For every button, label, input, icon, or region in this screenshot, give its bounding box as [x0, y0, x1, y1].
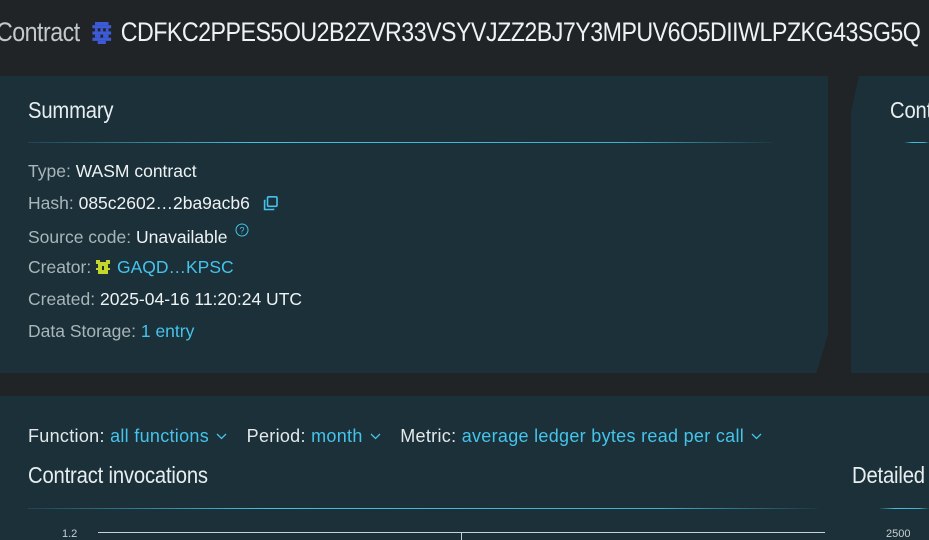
hash-label: Hash:: [28, 193, 74, 213]
chevron-down-icon[interactable]: [751, 433, 762, 440]
type-value: WASM contract: [75, 161, 197, 181]
function-filter[interactable]: Function: all functions: [28, 424, 227, 448]
svg-text:?: ?: [240, 226, 245, 236]
metric-filter-value[interactable]: average ledger bytes read per call: [462, 426, 744, 446]
side-panel-underline: [905, 142, 929, 143]
creator-row: Creator: GAQD…KPSC: [28, 255, 234, 279]
filter-bar: Function: all functions Period: month Me…: [28, 424, 776, 448]
y-tick-label: 1.2: [62, 528, 78, 540]
function-filter-label: Function:: [28, 426, 105, 446]
metric-filter[interactable]: Metric: average ledger bytes read per ca…: [400, 424, 762, 448]
period-filter-label: Period:: [246, 426, 306, 446]
hash-value: 085c2602…2ba9acb6: [78, 193, 250, 213]
creator-link[interactable]: GAQD…KPSC: [117, 257, 234, 277]
type-row: Type: WASM contract: [28, 159, 197, 183]
side-panel-title: Cont: [890, 97, 929, 123]
data-storage-link[interactable]: 1 entry: [141, 321, 195, 341]
data-storage-label: Data Storage:: [28, 321, 136, 341]
chevron-down-icon[interactable]: [216, 433, 227, 440]
hash-row: Hash: 085c2602…2ba9acb6: [28, 191, 278, 215]
invocations-title: Contract invocations: [28, 462, 208, 488]
page-title: Contract CDFKC2PPES5OU2B2ZVR33VSYVJZZ2BJ…: [0, 14, 921, 50]
contract-id: CDFKC2PPES5OU2B2ZVR33VSYVJZZ2BJ7Y3MPUV6O…: [120, 17, 921, 47]
created-label: Created:: [28, 289, 96, 309]
metric-filter-label: Metric:: [400, 426, 457, 446]
detailed-underline: [880, 508, 929, 509]
contract-identicon-icon: [92, 22, 112, 44]
period-filter-value[interactable]: month: [311, 426, 363, 446]
created-value: 2025-04-16 11:20:24 UTC: [100, 289, 303, 309]
summary-title: Summary: [28, 97, 114, 123]
source-code-row: Source code: Unavailable ?: [28, 223, 249, 247]
summary-title-underline: [28, 142, 773, 143]
detailed-y-tick-label: 2500: [886, 528, 911, 540]
source-code-value: Unavailable: [136, 227, 228, 247]
creator-label: Creator:: [28, 257, 92, 277]
help-icon[interactable]: ?: [235, 223, 249, 237]
source-code-label: Source code:: [28, 227, 132, 247]
function-filter-value[interactable]: all functions: [110, 426, 209, 446]
type-label: Type:: [28, 161, 71, 181]
page-title-prefix: Contract: [0, 17, 80, 47]
created-row: Created: 2025-04-16 11:20:24 UTC: [28, 287, 302, 311]
invocations-underline: [28, 508, 818, 509]
chart-crosshair: [461, 532, 462, 540]
data-storage-row: Data Storage: 1 entry: [28, 319, 194, 343]
period-filter[interactable]: Period: month: [247, 424, 381, 448]
chevron-down-icon[interactable]: [370, 433, 381, 440]
copy-icon[interactable]: [263, 196, 278, 211]
account-identicon-icon: [96, 260, 111, 274]
detailed-title: Detailed: [852, 462, 925, 488]
